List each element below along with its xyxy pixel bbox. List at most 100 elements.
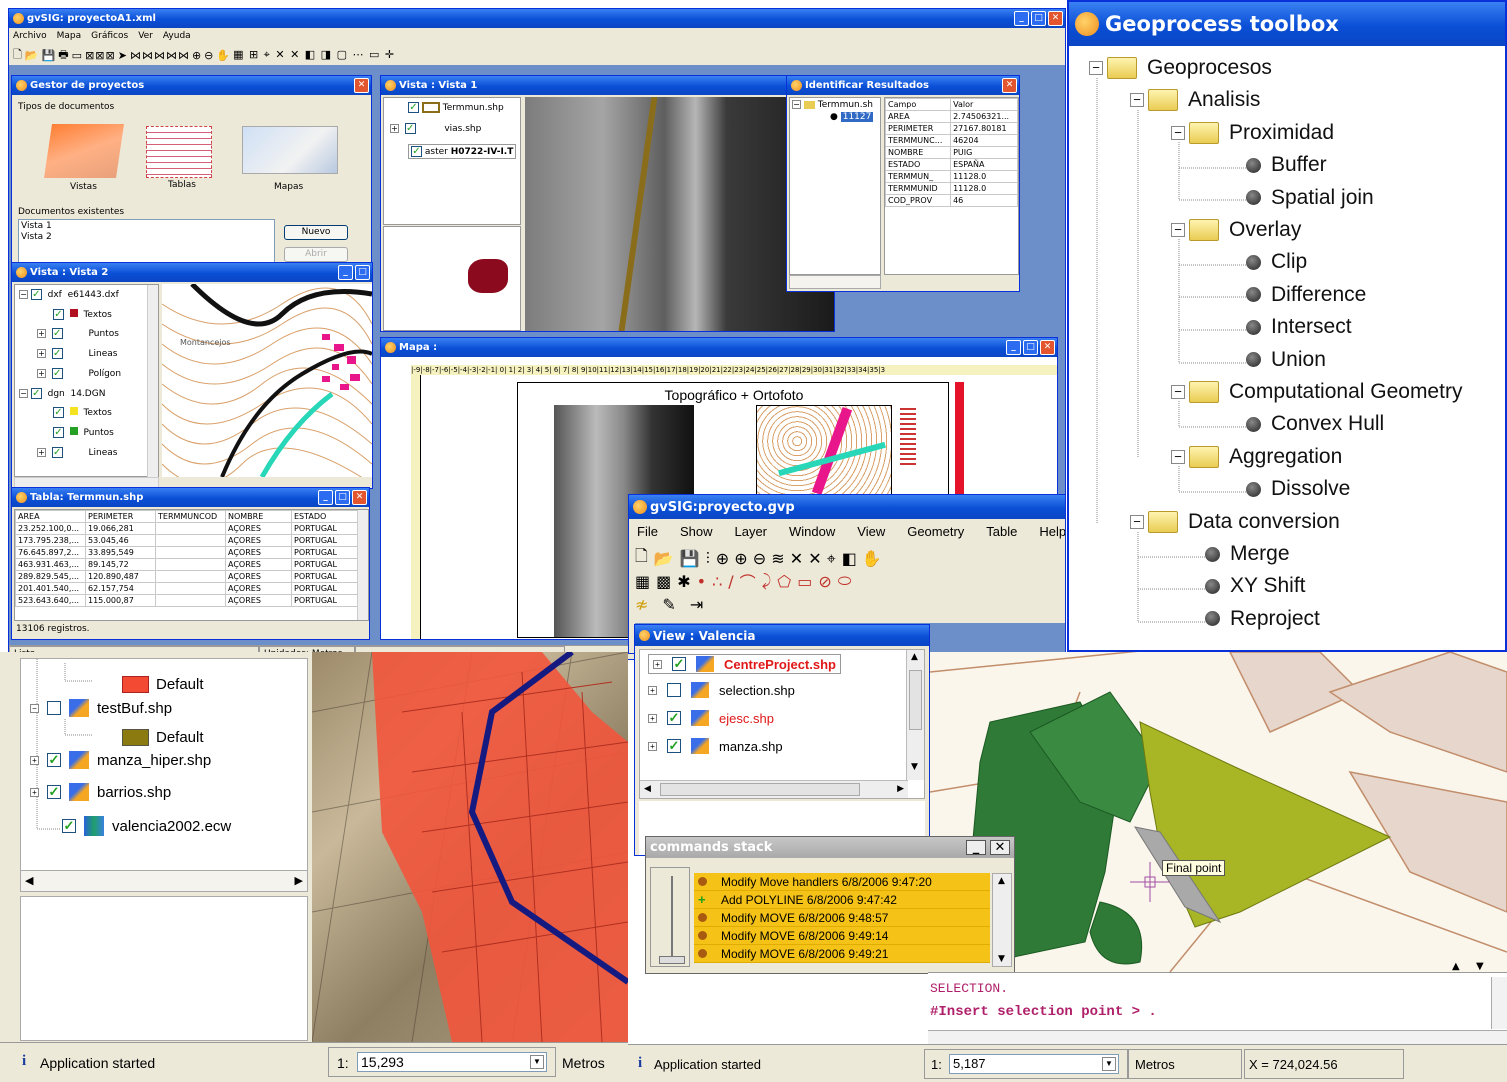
table-row[interactable]: 289.829.545,... 120.890,487 AÇORES PORTUGAL [15, 570, 358, 583]
draw-rectangle-icon[interactable]: ▭ [797, 572, 812, 591]
scroll-thumb[interactable] [909, 670, 922, 730]
tree-leaf[interactable]: Union [1246, 348, 1326, 372]
zoom-out-icon[interactable]: ⊖ [204, 49, 214, 62]
toc-layer[interactable]: + ✓ ejesc.shp [648, 710, 774, 726]
table-row[interactable]: TERMMUNC... 46204 [884, 134, 1018, 147]
table-row[interactable]: TERMMUNID 11128.0 [884, 182, 1018, 195]
expand-icon[interactable]: + [37, 349, 46, 358]
toc-layer[interactable]: ✓ Puntos [53, 427, 114, 438]
draw-ellipse-icon[interactable]: ⬭ [838, 571, 852, 591]
scroll-right-icon[interactable]: ▶ [295, 874, 303, 887]
layer-checkbox[interactable] [47, 701, 61, 715]
tree-folder[interactable]: − Overlay [1171, 218, 1301, 242]
table-row[interactable]: 523.643.640,... 115.000,87 AÇORES PORTUGAL [15, 594, 358, 607]
toc-layer[interactable]: + ✓ barrios.shp [30, 783, 171, 801]
scroll-thumb[interactable] [660, 783, 860, 796]
collapse-icon[interactable]: − [1171, 223, 1185, 237]
grid-icon[interactable]: ▩ [656, 572, 671, 591]
split-down-icon[interactable]: ▼ [1476, 961, 1484, 972]
minimize-button[interactable]: _ [966, 840, 986, 855]
layer-checkbox[interactable]: ✓ [47, 753, 61, 767]
valencia-orthophoto-map[interactable] [312, 652, 628, 1042]
table-icon[interactable]: ▦ [635, 572, 650, 591]
edit-icon[interactable]: ✎ [662, 595, 675, 614]
menu-layer[interactable]: Layer [734, 524, 767, 539]
expand-icon[interactable]: + [648, 713, 657, 723]
toc-layer[interactable]: + ✓ Lineas [37, 348, 117, 359]
layer-checkbox[interactable]: ✓ [672, 657, 686, 671]
menu-window[interactable]: Window [789, 524, 835, 539]
split-up-icon[interactable]: ▲ [1452, 961, 1460, 972]
layer-checkbox[interactable]: ✓ [408, 102, 419, 113]
layer-checkbox[interactable]: ✓ [667, 711, 681, 725]
layer-checkbox[interactable]: ✓ [30, 388, 42, 399]
draw-circle-icon[interactable]: ⊘ [818, 572, 831, 591]
close-button[interactable]: ✕ [1040, 340, 1055, 355]
tools-icon[interactable]: ✱ [677, 572, 690, 591]
menu-file[interactable]: File [637, 524, 658, 539]
close-button[interactable]: ✕ [1002, 78, 1017, 93]
scroll-up-icon[interactable]: ▲ [911, 652, 918, 662]
menu-view[interactable]: View [857, 524, 885, 539]
expand-icon[interactable]: + [30, 755, 39, 765]
menu-ver[interactable]: Ver [138, 31, 153, 41]
tree-leaf[interactable]: Buffer [1246, 153, 1327, 177]
layer-checkbox[interactable]: ✓ [62, 819, 76, 833]
tree-folder[interactable]: − Analisis [1130, 88, 1260, 112]
table-row[interactable]: TERMMUN_ 11128.0 [884, 170, 1018, 183]
tree-folder[interactable]: − Aggregation [1171, 445, 1342, 469]
toc-layer[interactable]: + ✓ manza.shp [648, 738, 783, 754]
v-scrollbar[interactable]: ▲ ▼ [906, 650, 924, 780]
menu-table[interactable]: Table [986, 524, 1017, 539]
topo-map[interactable]: Montancejos [162, 284, 372, 477]
menu-graficos[interactable]: Gráficos [91, 31, 128, 41]
menu-help[interactable]: Help [1039, 524, 1065, 539]
new-file-icon[interactable]: 🗋 [13, 46, 23, 65]
open-folder-icon[interactable]: 📂 [654, 549, 674, 568]
tree-leaf[interactable]: Intersect [1246, 315, 1352, 339]
expand-icon[interactable]: + [37, 369, 46, 378]
expand-icon[interactable]: + [30, 787, 39, 797]
toc-layer[interactable]: + ✓ CentreProject.shp [648, 654, 841, 674]
layer-checkbox[interactable]: ✓ [51, 368, 63, 379]
collapse-icon[interactable]: − [19, 290, 28, 299]
close-button[interactable]: ✕ [354, 78, 369, 93]
collapse-icon[interactable]: − [1130, 514, 1144, 529]
doc-vista1[interactable]: Vista 1 [19, 220, 274, 232]
geoprocess-icon[interactable]: ≉ [635, 595, 648, 614]
cmd-item[interactable]: Modify MOVE 6/8/2006 9:48:57 [694, 909, 990, 927]
slider-thumb[interactable] [659, 956, 685, 964]
dropdown-arrow-icon[interactable]: ▼ [1102, 1057, 1116, 1071]
layer-checkbox[interactable]: ✓ [51, 447, 63, 458]
tablas-doc-icon[interactable] [146, 126, 212, 178]
select-icon[interactable]: ➤ [118, 49, 128, 62]
layer-checkbox[interactable]: ✓ [53, 427, 64, 438]
draw-point-icon[interactable]: • [697, 572, 706, 591]
toc-layer[interactable]: + selection.shp [648, 682, 795, 698]
layout-tools-icon[interactable]: ▦ ⊞ ⌖ ✕ ✕ ◧ ◨ ▢ ⋯ ▭ ✛ [233, 48, 395, 62]
tree-leaf[interactable]: Clip [1246, 250, 1307, 274]
cmd-item[interactable]: Modify Move handlers 6/8/2006 9:47:20 [694, 873, 990, 891]
tree-folder[interactable]: − Data conversion [1130, 510, 1340, 534]
layer-checkbox[interactable]: ✓ [53, 407, 64, 418]
tree-leaf[interactable]: Merge [1205, 542, 1290, 566]
layer-checkbox[interactable]: ✓ [404, 123, 416, 134]
h-scrollbar[interactable] [928, 1030, 1507, 1044]
docs-list[interactable]: Vista 1 Vista 2 [18, 219, 275, 264]
table-row[interactable]: ESTADO ESPAÑA [884, 158, 1018, 171]
expand-icon[interactable]: + [37, 448, 46, 457]
table-row[interactable]: 173.795.238,... 53.045,46 AÇORES PORTUGAL [15, 534, 358, 547]
scale-combo[interactable]: 15,293 ▼ [357, 1052, 547, 1072]
collapse-icon[interactable]: − [1130, 93, 1144, 108]
edit-tools-icon[interactable]: ⋈⋈⋈⋈⋈ [130, 49, 190, 62]
tree-folder[interactable]: − Proximidad [1171, 121, 1334, 145]
toc-layer[interactable]: + ✓ Lineas [37, 447, 117, 458]
toc-layer[interactable]: + ✓ Polígon [37, 368, 121, 379]
toc-layer[interactable]: + ✓ Puntos [37, 328, 119, 339]
expand-icon[interactable]: + [37, 329, 46, 338]
scale-combo[interactable]: 5,187 ▼ [949, 1054, 1119, 1074]
cmd-item[interactable]: Modify MOVE 6/8/2006 9:49:14 [694, 927, 990, 945]
v-scrollbar[interactable]: ▲ ▼ [992, 873, 1012, 967]
zoom-tools-icon[interactable]: ⊕ ⊕ ⊖ ≋ ✕ ✕ ⌖ [716, 549, 836, 569]
maximize-button[interactable]: □ [1023, 340, 1038, 355]
